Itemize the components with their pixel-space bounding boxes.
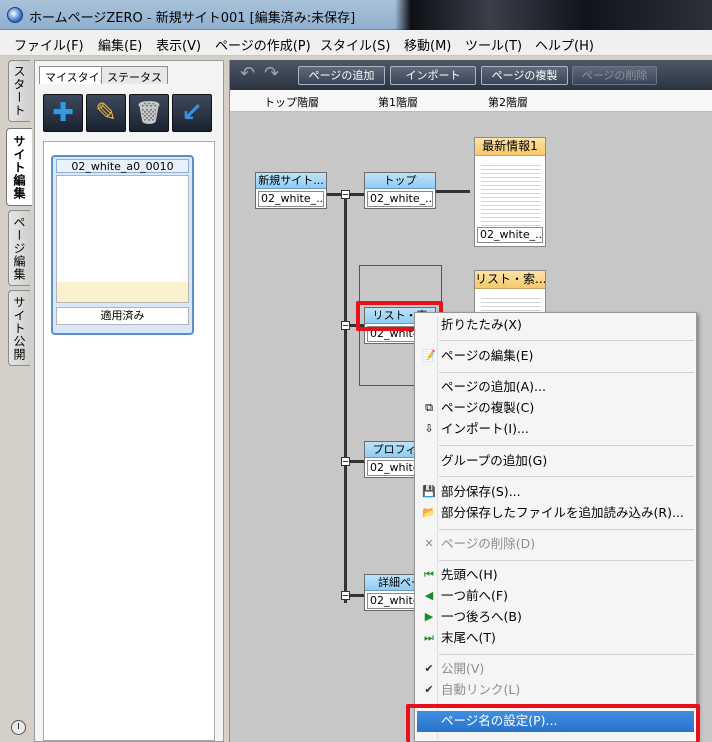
- last-icon: ⏭: [424, 631, 434, 644]
- menu-item-move-next[interactable]: ▶ 一つ後ろへ(B): [417, 607, 694, 628]
- level-2: 第2階層: [488, 96, 528, 109]
- style-card[interactable]: 02_white_a0_0010 適用済み: [51, 155, 194, 335]
- collapse-toggle[interactable]: [341, 591, 350, 600]
- load-icon: 📂: [422, 506, 436, 519]
- page-thumbnail: [481, 162, 541, 226]
- menu-edit[interactable]: 編集(E): [98, 35, 142, 54]
- trash-icon: 🗑: [135, 100, 163, 126]
- menu-create-page[interactable]: ページの作成(P): [215, 35, 311, 54]
- site-toolbar: ↶ ↷ ページの追加 インポート ページの複製 ページの削除: [230, 60, 712, 90]
- menu-item-delete-page[interactable]: ✕ ページの削除(D): [417, 534, 694, 555]
- menu-view[interactable]: 表示(V): [156, 35, 201, 54]
- my-style-panel: マイスタイル ステータス ✚ ✎ 🗑 ↙ 02_white_a0_0010 適用…: [34, 60, 224, 742]
- clock-icon[interactable]: [11, 720, 26, 735]
- tab-status[interactable]: ステータス: [101, 66, 168, 84]
- tab-page-edit[interactable]: ページ編集: [8, 210, 30, 286]
- collapse-toggle[interactable]: [341, 190, 350, 199]
- menu-item-collapse[interactable]: 折りたたみ(X): [417, 315, 694, 336]
- page-node-top[interactable]: トップ 02_white_...: [364, 172, 436, 209]
- import-button[interactable]: インポート: [390, 66, 476, 85]
- menu-move[interactable]: 移動(M): [404, 35, 451, 54]
- menu-item-move-first[interactable]: ⏮ 先頭へ(H): [417, 565, 694, 586]
- tab-site-edit[interactable]: サイト編集: [6, 128, 32, 206]
- menu-item-auto-link[interactable]: ✔ 自動リンク(L): [417, 680, 694, 701]
- save-icon: 💾: [422, 485, 436, 498]
- style-card-preview: [56, 175, 189, 303]
- menu-item-move-prev[interactable]: ◀ 一つ前へ(F): [417, 586, 694, 607]
- menu-bar: ファイル(F) 編集(E) 表示(V) ページの作成(P) スタイル(S) 移動…: [0, 30, 712, 56]
- menu-item-partial-save[interactable]: 💾 部分保存(S)...: [417, 482, 694, 503]
- import-icon: ⇩: [424, 422, 434, 435]
- undo-icon[interactable]: ↶: [240, 65, 262, 83]
- style-card-name: 02_white_a0_0010: [56, 159, 189, 173]
- apply-icon: ↙: [181, 98, 203, 128]
- level-top: トップ階層: [264, 96, 319, 109]
- menu-item-edit-page[interactable]: 📝 ページの編集(E): [417, 346, 694, 367]
- collapse-toggle[interactable]: [341, 321, 350, 330]
- apply-style-button[interactable]: ↙: [172, 94, 212, 132]
- tab-site-publish[interactable]: サイト公開: [8, 290, 30, 366]
- next-icon: ▶: [424, 610, 434, 623]
- app-icon: [7, 7, 23, 23]
- title-bar: ホームページZERO - 新規サイト001 [編集済み:未保存]: [0, 0, 712, 30]
- page-node-site[interactable]: 新規サイト... 02_white_...: [255, 172, 327, 209]
- menu-item-add-group[interactable]: グループの追加(G): [417, 451, 694, 472]
- level-1: 第1階層: [378, 96, 418, 109]
- delete-icon: ✕: [424, 537, 434, 550]
- first-icon: ⏮: [424, 568, 434, 581]
- edit-style-button[interactable]: ✎: [86, 94, 126, 132]
- menu-file[interactable]: ファイル(F): [14, 35, 84, 54]
- window-title: ホームページZERO - 新規サイト001 [編集済み:未保存]: [29, 11, 356, 26]
- menu-item-add-page[interactable]: ページの追加(A)...: [417, 377, 694, 398]
- style-card-status: 適用済み: [56, 307, 189, 325]
- obscured-area: [395, 0, 712, 30]
- menu-item-duplicate-page[interactable]: ⧉ ページの複製(C): [417, 398, 694, 419]
- menu-style[interactable]: スタイル(S): [320, 35, 390, 54]
- prev-icon: ◀: [424, 589, 434, 602]
- page-edit-icon: 📝: [422, 349, 436, 362]
- edit-icon: ✎: [95, 98, 117, 128]
- copy-icon: ⧉: [425, 401, 433, 414]
- menu-item-load-partial[interactable]: 📂 部分保存したファイルを追加読み込み(R)...: [417, 503, 694, 524]
- delete-style-button[interactable]: 🗑: [129, 94, 169, 132]
- add-icon: ✚: [52, 98, 74, 128]
- page-node-news[interactable]: 最新情報1 02_white_...: [474, 137, 546, 247]
- check-icon: ✔: [424, 662, 434, 675]
- delete-page-button[interactable]: ページの削除: [572, 66, 657, 85]
- duplicate-page-button[interactable]: ページの複製: [481, 66, 568, 85]
- menu-tools[interactable]: ツール(T): [465, 35, 522, 54]
- redo-icon[interactable]: ↷: [264, 65, 286, 83]
- menu-item-publish[interactable]: ✔ 公開(V): [417, 659, 694, 680]
- vertical-tab-strip: スタート サイト編集 ページ編集 サイト公開: [0, 56, 34, 742]
- highlight-box-menu-item: [406, 704, 700, 742]
- collapse-toggle[interactable]: [341, 457, 350, 466]
- menu-item-import[interactable]: ⇩ インポート(I)...: [417, 419, 694, 440]
- menu-item-move-last[interactable]: ⏭ 末尾へ(T): [417, 628, 694, 649]
- check-icon: ✔: [424, 683, 434, 696]
- level-header: トップ階層 第1階層 第2階層: [230, 90, 712, 112]
- menu-help[interactable]: ヘルプ(H): [535, 35, 594, 54]
- add-page-button[interactable]: ページの追加: [298, 66, 385, 85]
- tab-start[interactable]: スタート: [8, 60, 30, 122]
- context-menu: 折りたたみ(X) 📝 ページの編集(E) ページの追加(A)... ⧉ ページの…: [414, 312, 697, 742]
- add-style-button[interactable]: ✚: [43, 94, 83, 132]
